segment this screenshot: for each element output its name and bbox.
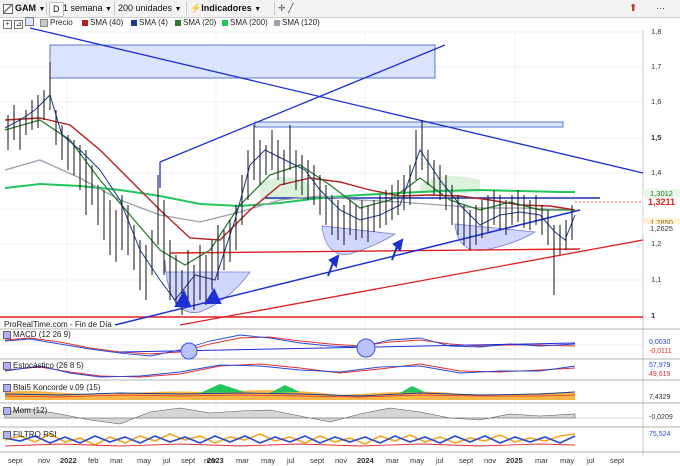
x-tick: 2025 (506, 456, 523, 465)
x-tick: 2022 (60, 456, 77, 465)
x-tick: jul (287, 456, 295, 465)
x-tick: jul (163, 456, 171, 465)
x-tick: may (261, 456, 276, 465)
indicator-label-koncorde[interactable]: Blai5 Koncorde v.09 (15) (3, 383, 100, 392)
x-tick: nov (484, 456, 497, 465)
x-tick: nov (38, 456, 51, 465)
rsi-filter-value: 75,524 (649, 431, 671, 438)
x-tick: mar (535, 456, 548, 465)
x-tick: mar (110, 456, 123, 465)
x-tick: jul (436, 456, 444, 465)
x-tick: 2023 (207, 456, 224, 465)
x-tick: may (560, 456, 575, 465)
stochastic-panel (4, 363, 576, 378)
indicator-label-macd[interactable]: MACD (12 26 9) (3, 330, 71, 339)
macd-value: 0,0030 (649, 339, 671, 346)
price-tick: 1,7 (651, 62, 662, 71)
koncorde-value: 7,4329 (649, 394, 671, 401)
price-tick: 1,6 (651, 97, 662, 106)
macd-panel (0, 334, 643, 360)
indicator-label-momentum[interactable]: Mom (12) (3, 406, 47, 415)
price-tick: 1,4 (651, 168, 662, 177)
x-tick: 2024 (357, 456, 374, 465)
rsi-filter-panel (4, 433, 576, 447)
indicator-label-rsi-filter[interactable]: FILTRO RSI (3, 430, 56, 439)
x-tick: sept (610, 456, 625, 465)
x-tick: may (137, 456, 152, 465)
x-tick: jul (587, 456, 595, 465)
price-tick: 1,8 (651, 27, 662, 36)
x-tick: mar (236, 456, 249, 465)
stochastic-value: 57,979 (649, 362, 671, 369)
price-tick: 1,5 (651, 133, 662, 142)
x-tick: nov (335, 456, 348, 465)
macd-signal-value: -0,0111 (649, 348, 672, 355)
x-tick: sept (310, 456, 325, 465)
momentum-panel (0, 407, 643, 425)
price-badge-c: 1,2625 (643, 224, 680, 233)
price-tick: 1,1 (651, 275, 662, 284)
x-tick: mar (386, 456, 399, 465)
source-note: ProRealTime.com - Fin de Día (4, 320, 112, 329)
x-tick: feb (88, 456, 99, 465)
x-tick: sept (181, 456, 196, 465)
indicator-label-stochastic[interactable]: Estocástico (26 8 5) (3, 361, 84, 370)
price-tick: 1 (651, 311, 656, 320)
chart-canvas[interactable] (0, 0, 680, 466)
x-tick: sept (459, 456, 474, 465)
x-tick: sept (8, 456, 23, 465)
price-badge-last: 1,3211 (643, 198, 680, 207)
stochastic-signal-value: 49,619 (649, 371, 671, 378)
x-tick: may (410, 456, 425, 465)
price-tick: 1,2 (651, 239, 662, 248)
momentum-value: -0,0209 (649, 414, 673, 421)
